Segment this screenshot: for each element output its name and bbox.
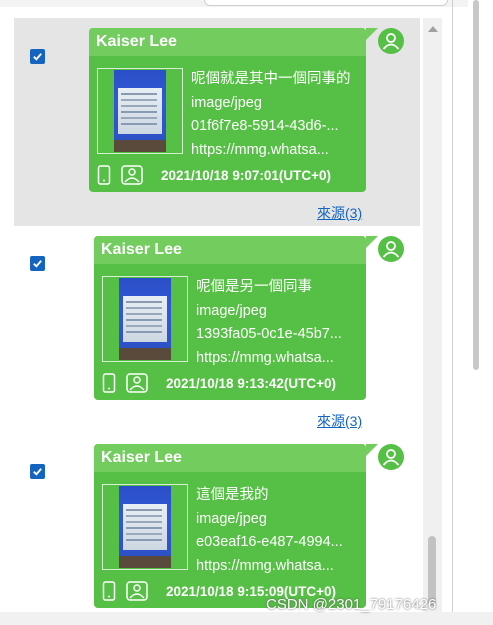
bubble-header: Kaiser Lee: [89, 28, 366, 56]
bubble-header: Kaiser Lee: [94, 444, 366, 472]
window-scrollbar[interactable]: [468, 0, 493, 612]
bubble-tail: [366, 236, 378, 248]
user-avatar-icon: [378, 444, 404, 470]
contacts-icon: [121, 165, 143, 190]
check-icon: [33, 468, 42, 476]
image-thumbnail[interactable]: [102, 276, 188, 362]
photo-preview: [119, 486, 171, 568]
photo-preview: [114, 70, 166, 152]
mime-type: image/jpeg: [196, 302, 267, 319]
message-details: 呢個就是其中一個同事的 image/jpeg 01f6f7e8-5914-43d…: [191, 68, 360, 162]
row-checkbox[interactable]: [30, 49, 45, 64]
file-id: e03eaf16-e487-4994...: [196, 534, 343, 550]
caption-text: 呢個是另一個同事: [196, 279, 312, 295]
message-details: 呢個是另一個同事 image/jpeg 1393fa05-0c1e-45b7..…: [196, 276, 360, 370]
sender-name: Kaiser Lee: [96, 33, 177, 50]
message-details: 這個是我的 image/jpeg e03eaf16-e487-4994... h…: [196, 484, 360, 578]
window-scrollbar-thumb[interactable]: [473, 0, 479, 370]
user-avatar-icon: [378, 28, 404, 54]
panel-divider: [452, 0, 453, 612]
contacts-icon: [126, 373, 148, 398]
phone-icon: [97, 165, 111, 190]
phone-icon: [102, 581, 116, 606]
message-row[interactable]: Kaiser Lee 這個是我的 image/jpeg e03eaf16-e48…: [14, 434, 420, 612]
scroll-up-arrow-icon[interactable]: [428, 26, 438, 32]
row-checkbox[interactable]: [30, 256, 45, 271]
row-checkbox[interactable]: [30, 464, 45, 479]
top-bar: [0, 0, 493, 7]
sender-name: Kaiser Lee: [101, 449, 182, 466]
list-scrollbar[interactable]: [423, 18, 442, 612]
image-thumbnail[interactable]: [102, 484, 188, 570]
file-id: 1393fa05-0c1e-45b7...: [196, 326, 342, 342]
mime-type: image/jpeg: [191, 94, 262, 111]
caption-text: 呢個就是其中一個同事的: [191, 71, 351, 87]
bottom-bar: [0, 612, 493, 625]
sender-name: Kaiser Lee: [101, 241, 182, 258]
watermark-text: CSDN @2301_79176426: [266, 596, 437, 613]
mime-type: image/jpeg: [196, 510, 267, 527]
message-bubble[interactable]: Kaiser Lee 呢個就是其中一個同事的 image/jpeg 01f6f7…: [89, 28, 378, 192]
media-url: https://mmg.whatsa...: [191, 141, 329, 158]
caption-text: 這個是我的: [196, 487, 269, 503]
phone-icon: [102, 373, 116, 398]
bubble-header: Kaiser Lee: [94, 236, 366, 264]
contacts-icon: [126, 581, 148, 606]
check-icon: [33, 260, 42, 268]
timestamp: 2021/10/18 9:13:42(UTC+0): [166, 376, 336, 391]
bubble-tail: [366, 28, 378, 40]
check-icon: [33, 53, 42, 61]
message-list: Kaiser Lee 呢個就是其中一個同事的 image/jpeg 01f6f7…: [14, 18, 420, 612]
file-id: 01f6f7e8-5914-43d6-...: [191, 118, 339, 134]
source-link[interactable]: 來源(3): [317, 203, 362, 223]
message-bubble[interactable]: Kaiser Lee 這個是我的 image/jpeg e03eaf16-e48…: [94, 444, 378, 608]
user-avatar-icon: [378, 236, 404, 262]
message-row[interactable]: Kaiser Lee 呢個就是其中一個同事的 image/jpeg 01f6f7…: [14, 18, 420, 226]
source-link[interactable]: 來源(3): [317, 411, 362, 431]
bubble-footer: 2021/10/18 9:07:01(UTC+0): [97, 165, 358, 187]
image-thumbnail[interactable]: [97, 68, 183, 154]
photo-preview: [119, 278, 171, 360]
timestamp: 2021/10/18 9:07:01(UTC+0): [161, 168, 331, 183]
media-url: https://mmg.whatsa...: [196, 349, 334, 366]
bubble-tail: [366, 444, 378, 456]
media-url: https://mmg.whatsa...: [196, 557, 334, 574]
top-tab-edge: [204, 0, 448, 6]
message-row[interactable]: Kaiser Lee 呢個是另一個同事 image/jpeg 1393fa05-…: [14, 226, 420, 434]
bubble-footer: 2021/10/18 9:13:42(UTC+0): [102, 373, 358, 395]
message-bubble[interactable]: Kaiser Lee 呢個是另一個同事 image/jpeg 1393fa05-…: [94, 236, 378, 400]
